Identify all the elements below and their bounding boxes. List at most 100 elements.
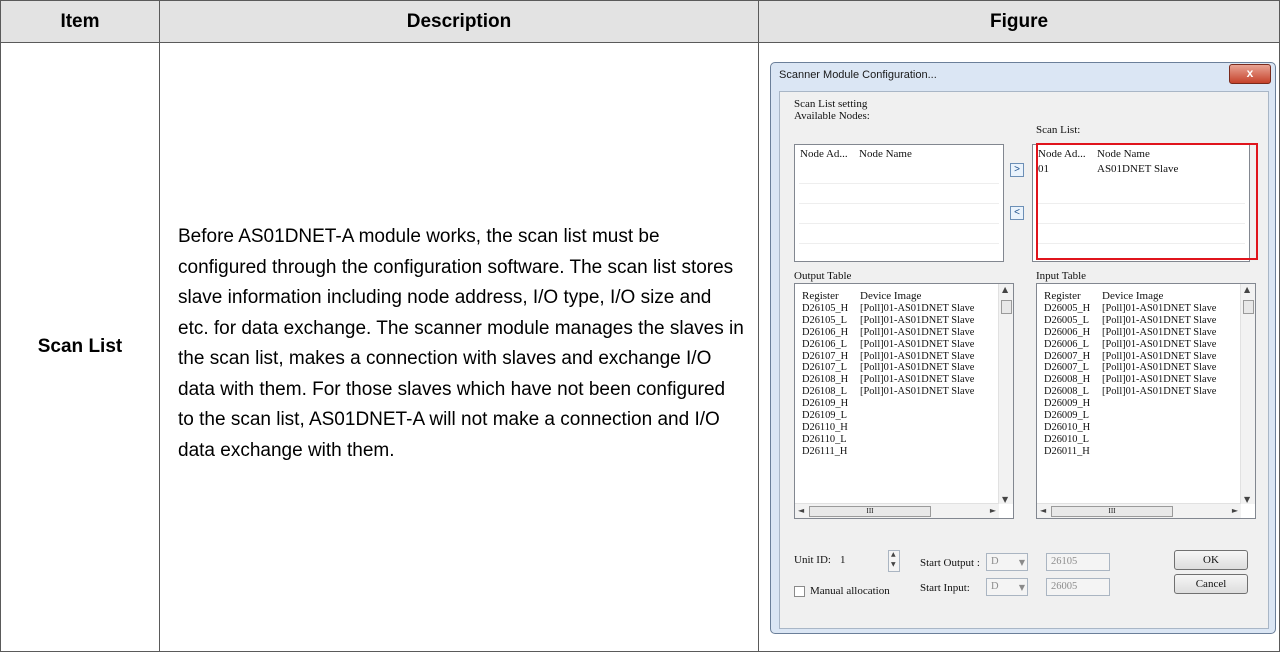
cancel-button[interactable]: Cancel xyxy=(1174,574,1248,594)
input-register-cell: D26005_H xyxy=(1044,303,1091,314)
output-device-image-cell: [Poll]01-AS01DNET Slave xyxy=(860,362,975,374)
available-col-name: Node Name xyxy=(859,148,912,160)
output-register-cell: D26105_L xyxy=(802,314,848,326)
output-register-cell: D26108_H xyxy=(802,374,849,386)
input-table-row[interactable]: D26009_H xyxy=(1044,398,1216,410)
output-device-image-cell: [Poll]01-AS01DNET Slave xyxy=(860,303,975,314)
input-register-cell: D26006_H xyxy=(1044,326,1091,338)
input-register-cell: D26007_L xyxy=(1044,362,1090,374)
dialog-body: Scan List setting Available Nodes: Scan … xyxy=(779,91,1269,629)
output-col-image: Device Image xyxy=(860,290,922,302)
input-table-label: Input Table xyxy=(1036,270,1087,282)
output-table-row[interactable]: D26105_L [Poll]01-AS01DNET Slave xyxy=(802,315,974,327)
input-register-cell: D26011_H xyxy=(1044,445,1090,457)
output-device-image-cell: [Poll]01-AS01DNET Slave xyxy=(860,314,975,326)
input-scroll-thumb[interactable] xyxy=(1243,300,1254,314)
output-device-image-cell: [Poll]01-AS01DNET Slave xyxy=(860,386,975,398)
start-input-value[interactable]: 26005 xyxy=(1046,578,1110,596)
output-table-label: Output Table xyxy=(794,270,852,282)
input-device-image-cell: [Poll]01-AS01DNET Slave xyxy=(1102,350,1217,362)
input-table-row[interactable]: D26005_L [Poll]01-AS01DNET Slave xyxy=(1044,315,1216,327)
output-table-row[interactable]: D26108_L [Poll]01-AS01DNET Slave xyxy=(802,386,974,398)
input-table-row[interactable]: D26007_H [Poll]01-AS01DNET Slave xyxy=(1044,351,1216,363)
output-register-cell: D26110_L xyxy=(802,433,847,445)
input-device-image-cell: [Poll]01-AS01DNET Slave xyxy=(1102,338,1217,350)
input-table[interactable]: Register Device Image D26005_H [Poll]01-A… xyxy=(1036,283,1256,519)
input-table-row[interactable]: D26007_L [Poll]01-AS01DNET Slave xyxy=(1044,362,1216,374)
input-table-row[interactable]: D26005_H [Poll]01-AS01DNET Slave xyxy=(1044,303,1216,315)
scan-list-setting-label: Scan List setting xyxy=(794,98,868,110)
unit-id-label: Unit ID: xyxy=(794,554,831,566)
output-device-image-cell: [Poll]01-AS01DNET Slave xyxy=(860,350,975,362)
output-table-row[interactable]: D26109_L xyxy=(802,410,974,422)
input-register-cell: D26005_L xyxy=(1044,314,1090,326)
available-nodes-list[interactable]: Node Ad... Node Name xyxy=(794,144,1004,262)
input-register-cell: D26009_L xyxy=(1044,410,1090,422)
input-table-row[interactable]: D26006_H [Poll]01-AS01DNET Slave xyxy=(1044,327,1216,339)
output-table-row[interactable]: D26106_H [Poll]01-AS01DNET Slave xyxy=(802,327,974,339)
start-output-value[interactable]: 26105 xyxy=(1046,553,1110,571)
input-table-row[interactable]: D26009_L xyxy=(1044,410,1216,422)
input-hscroll-thumb[interactable]: III xyxy=(1051,506,1173,517)
row-description: Before AS01DNET-A module works, the scan… xyxy=(159,42,759,652)
output-table-row[interactable]: D26111_H xyxy=(802,446,974,458)
output-col-register: Register xyxy=(802,290,839,302)
output-table-row[interactable]: D26110_H xyxy=(802,422,974,434)
manual-allocation-checkbox[interactable] xyxy=(794,586,805,597)
input-register-cell: D26010_H xyxy=(1044,421,1091,433)
header-item: Item xyxy=(0,0,160,43)
output-register-cell: D26106_L xyxy=(802,338,848,350)
output-register-cell: D26107_L xyxy=(802,362,848,374)
close-button[interactable]: x xyxy=(1229,64,1271,84)
output-table-row[interactable]: D26107_H [Poll]01-AS01DNET Slave xyxy=(802,351,974,363)
input-table-row[interactable]: D26010_H xyxy=(1044,422,1216,434)
unit-id-value[interactable]: 1 xyxy=(840,554,846,566)
scan-list-highlight xyxy=(1036,143,1258,260)
input-col-register: Register xyxy=(1044,290,1081,302)
header-figure: Figure xyxy=(758,0,1280,43)
input-device-image-cell: [Poll]01-AS01DNET Slave xyxy=(1102,374,1217,386)
manual-allocation-label: Manual allocation xyxy=(810,585,890,597)
unit-id-spinner[interactable]: ▲ ▼ xyxy=(888,550,900,572)
description-text: Before AS01DNET-A module works, the scan… xyxy=(178,226,744,461)
start-input-device-select[interactable]: D ▼ xyxy=(986,578,1028,596)
input-device-image-cell: [Poll]01-AS01DNET Slave xyxy=(1102,314,1217,326)
output-table-row[interactable]: D26109_H xyxy=(802,398,974,410)
ok-button[interactable]: OK xyxy=(1174,550,1248,570)
input-table-row[interactable]: D26008_H [Poll]01-AS01DNET Slave xyxy=(1044,374,1216,386)
input-vertical-scrollbar[interactable]: ▲ ▼ xyxy=(1240,284,1255,504)
output-register-cell: D26109_H xyxy=(802,398,849,410)
output-hscroll-thumb[interactable]: III xyxy=(809,506,931,517)
input-table-row[interactable]: D26011_H xyxy=(1044,446,1216,458)
add-to-scan-list-button[interactable]: > xyxy=(1010,163,1024,177)
input-horizontal-scrollbar[interactable]: ◄ III ► xyxy=(1037,503,1241,518)
input-register-cell: D26010_L xyxy=(1044,433,1090,445)
start-input-label: Start Input: xyxy=(920,582,970,594)
output-register-cell: D26108_L xyxy=(802,386,848,398)
input-device-image-cell: [Poll]01-AS01DNET Slave xyxy=(1102,362,1217,374)
output-table-row[interactable]: D26105_H [Poll]01-AS01DNET Slave xyxy=(802,303,974,315)
output-horizontal-scrollbar[interactable]: ◄ III ► xyxy=(795,503,999,518)
output-vertical-scrollbar[interactable]: ▲ ▼ xyxy=(998,284,1013,504)
input-table-row[interactable]: D26008_L [Poll]01-AS01DNET Slave xyxy=(1044,386,1216,398)
output-table-row[interactable]: D26106_L [Poll]01-AS01DNET Slave xyxy=(802,339,974,351)
start-output-label: Start Output : xyxy=(920,557,980,569)
remove-from-scan-list-button[interactable]: < xyxy=(1010,206,1024,220)
input-table-rows: D26005_H [Poll]01-AS01DNET Slave D26005_L [… xyxy=(1044,303,1216,458)
start-output-device-select[interactable]: D ▼ xyxy=(986,553,1028,571)
available-col-address: Node Ad... xyxy=(800,148,848,160)
input-register-cell: D26006_L xyxy=(1044,338,1090,350)
input-register-cell: D26008_L xyxy=(1044,386,1090,398)
input-table-row[interactable]: D26010_L xyxy=(1044,434,1216,446)
output-register-cell: D26106_H xyxy=(802,326,849,338)
row-item-label: Scan List xyxy=(0,42,160,652)
output-table[interactable]: Register Device Image D26105_H [Poll]01-A… xyxy=(794,283,1014,519)
output-table-row[interactable]: D26107_L [Poll]01-AS01DNET Slave xyxy=(802,362,974,374)
input-table-row[interactable]: D26006_L [Poll]01-AS01DNET Slave xyxy=(1044,339,1216,351)
input-register-cell: D26009_H xyxy=(1044,398,1091,410)
output-register-cell: D26110_H xyxy=(802,421,848,433)
output-table-row[interactable]: D26108_H [Poll]01-AS01DNET Slave xyxy=(802,374,974,386)
output-register-cell: D26107_H xyxy=(802,350,849,362)
output-table-row[interactable]: D26110_L xyxy=(802,434,974,446)
output-scroll-thumb[interactable] xyxy=(1001,300,1012,314)
